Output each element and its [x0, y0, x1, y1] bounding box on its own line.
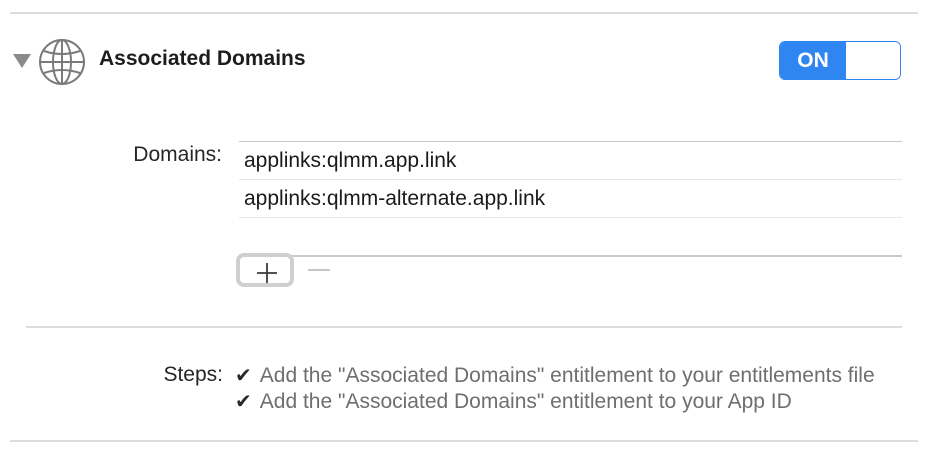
- capabilities-panel: Associated Domains ON Domains: applinks:…: [0, 0, 928, 456]
- list-bottom-border: [239, 255, 902, 257]
- toggle-knob: [846, 42, 900, 79]
- domains-list: applinks:qlmm.app.link applinks:qlmm-alt…: [239, 141, 902, 255]
- step-text: Add the "Associated Domains" entitlement…: [259, 364, 875, 387]
- minus-icon: [308, 269, 330, 271]
- bottom-divider: [10, 440, 918, 442]
- steps-label: Steps:: [163, 363, 223, 386]
- toggle-on-label: ON: [780, 42, 846, 79]
- checkmark-icon: ✔: [235, 391, 252, 413]
- section-title: Associated Domains: [99, 47, 306, 70]
- section-divider: [26, 326, 902, 328]
- empty-row[interactable]: [239, 218, 902, 255]
- step-item: ✔ Add the "Associated Domains" entitlemen…: [235, 389, 902, 414]
- checkmark-icon: ✔: [235, 365, 252, 387]
- domain-row[interactable]: applinks:qlmm-alternate.app.link: [239, 180, 902, 218]
- disclosure-triangle-icon[interactable]: [13, 54, 31, 68]
- top-divider: [10, 12, 918, 14]
- remove-domain-button[interactable]: [306, 258, 334, 282]
- add-domain-button[interactable]: [236, 253, 294, 287]
- domains-label: Domains:: [133, 143, 222, 166]
- capability-toggle[interactable]: ON: [779, 41, 901, 80]
- globe-icon: [38, 38, 86, 86]
- step-text: Add the "Associated Domains" entitlement…: [259, 390, 792, 413]
- domain-row[interactable]: applinks:qlmm.app.link: [239, 142, 902, 180]
- step-item: ✔ Add the "Associated Domains" entitlemen…: [235, 363, 902, 388]
- plus-icon: [257, 263, 277, 283]
